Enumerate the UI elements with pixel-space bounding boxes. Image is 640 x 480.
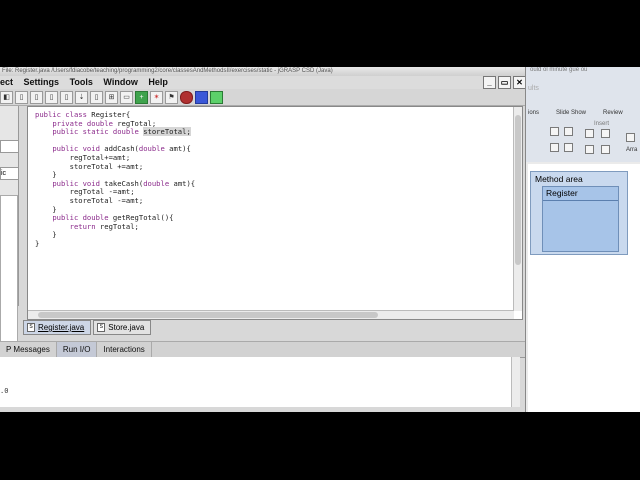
chart-icon[interactable] bbox=[564, 143, 573, 152]
text-box-icon[interactable] bbox=[550, 127, 559, 136]
stop-icon[interactable] bbox=[180, 90, 193, 104]
slide-canvas[interactable]: Method area Register bbox=[528, 164, 640, 412]
method-area-box[interactable]: Method area Register bbox=[530, 171, 628, 255]
ribbon-tab-review[interactable]: Review bbox=[603, 110, 623, 116]
menu-project[interactable]: ect bbox=[0, 77, 13, 87]
browse-combo[interactable] bbox=[0, 140, 19, 153]
minimize-button[interactable]: _ bbox=[483, 76, 496, 89]
scrollbar-thumb[interactable] bbox=[515, 115, 521, 265]
desktop-screen: File: Register.java /Users/fdiacobe/teac… bbox=[0, 67, 640, 412]
viewer-icon[interactable] bbox=[195, 90, 208, 104]
tab-run-io[interactable]: Run I/O bbox=[56, 342, 98, 357]
uml-icon[interactable]: ⊞ bbox=[105, 90, 118, 104]
presentation-ribbon: ould ol minute gue ou ults ions Slide Sh… bbox=[526, 67, 640, 162]
documentation-icon[interactable]: ▭ bbox=[120, 90, 133, 104]
ribbon-arrange-label: Arra bbox=[626, 147, 638, 153]
project-combo-label: ic bbox=[1, 170, 7, 177]
menu-window[interactable]: Window bbox=[103, 77, 137, 87]
ribbon-tab-slide-show[interactable]: Slide Show bbox=[556, 110, 586, 116]
java-file-icon: S bbox=[97, 323, 106, 332]
method-area-label: Method area bbox=[535, 174, 583, 184]
picture-icon[interactable] bbox=[550, 143, 559, 152]
save-file-icon[interactable]: ▯ bbox=[45, 90, 58, 104]
window-title-bar: File: Register.java /Users/fdiacobe/teac… bbox=[0, 67, 525, 76]
menu-bar: ect Settings Tools Window Help bbox=[0, 76, 490, 89]
browse-icon[interactable]: ◧ bbox=[0, 90, 13, 104]
project-combo[interactable]: ic bbox=[0, 167, 19, 180]
tab-compile-messages[interactable]: P Messages bbox=[0, 342, 57, 357]
browse-file-list[interactable] bbox=[0, 195, 18, 347]
source-code[interactable]: public class Register{ private double re… bbox=[35, 110, 195, 249]
file-tabs: S Register.java S Store.java bbox=[23, 320, 152, 335]
scrollbar-thumb[interactable] bbox=[38, 312, 378, 318]
run-icon[interactable]: ✶ bbox=[150, 90, 163, 104]
remove-csd-icon[interactable]: ▯ bbox=[90, 90, 103, 104]
menu-help[interactable]: Help bbox=[148, 77, 168, 87]
java-file-icon: S bbox=[27, 323, 35, 332]
tab-interactions[interactable]: Interactions bbox=[97, 342, 152, 357]
output-text: .0 bbox=[0, 387, 9, 395]
media-icon[interactable] bbox=[601, 129, 610, 138]
symbol-icon[interactable] bbox=[585, 145, 594, 154]
ribbon-top-text: ould ol minute gue ou bbox=[530, 67, 588, 73]
tab-store-java[interactable]: S Store.java bbox=[93, 320, 152, 335]
register-label: Register bbox=[546, 188, 578, 198]
shape-icon[interactable] bbox=[564, 127, 573, 136]
output-scrollbar[interactable] bbox=[511, 357, 520, 407]
window-controls: _ ▭ ✕ bbox=[483, 76, 526, 89]
ribbon-faded-text: ults bbox=[528, 85, 539, 92]
message-tabs: P Messages Run I/O Interactions bbox=[0, 341, 525, 358]
print-icon[interactable]: ▯ bbox=[60, 90, 73, 104]
tab-register-java[interactable]: S Register.java bbox=[23, 320, 92, 335]
main-toolbar: ◧ ▯ ▯ ▯ ▯ ⇣ ▯ ⊞ ▭ + ✶ ⚑ bbox=[0, 89, 525, 106]
open-file-icon[interactable]: ▯ bbox=[30, 90, 43, 104]
menu-tools[interactable]: Tools bbox=[70, 77, 93, 87]
generate-csd-icon[interactable]: ⇣ bbox=[75, 90, 88, 104]
menu-settings[interactable]: Settings bbox=[24, 77, 60, 87]
editor-horizontal-scrollbar[interactable] bbox=[28, 310, 514, 319]
arrange-icon[interactable] bbox=[626, 133, 635, 142]
maximize-button[interactable]: ▭ bbox=[498, 76, 511, 89]
code-editor[interactable]: public class Register{ private double re… bbox=[27, 106, 523, 320]
ribbon-tab-animations[interactable]: ions bbox=[528, 110, 539, 116]
run-io-output[interactable]: .0 bbox=[0, 357, 515, 407]
editor-vertical-scrollbar[interactable] bbox=[513, 107, 522, 311]
presentation-window: ould ol minute gue ou ults ions Slide Sh… bbox=[525, 67, 640, 412]
smartart-icon[interactable] bbox=[601, 145, 610, 154]
divider bbox=[543, 200, 618, 201]
new-file-icon[interactable]: ▯ bbox=[15, 90, 28, 104]
debug-icon[interactable]: ⚑ bbox=[165, 90, 178, 104]
table-icon[interactable] bbox=[585, 129, 594, 138]
workbench-icon[interactable] bbox=[210, 90, 223, 104]
tab-label: Register.java bbox=[38, 323, 85, 332]
compile-icon[interactable]: + bbox=[135, 90, 148, 104]
tab-label: Store.java bbox=[108, 323, 145, 332]
browse-panel: ic bbox=[0, 106, 19, 347]
register-class-box[interactable]: Register bbox=[542, 186, 619, 252]
window-title: File: Register.java /Users/fdiacobe/teac… bbox=[2, 68, 333, 74]
ribbon-insert-label: Insert bbox=[594, 121, 610, 127]
